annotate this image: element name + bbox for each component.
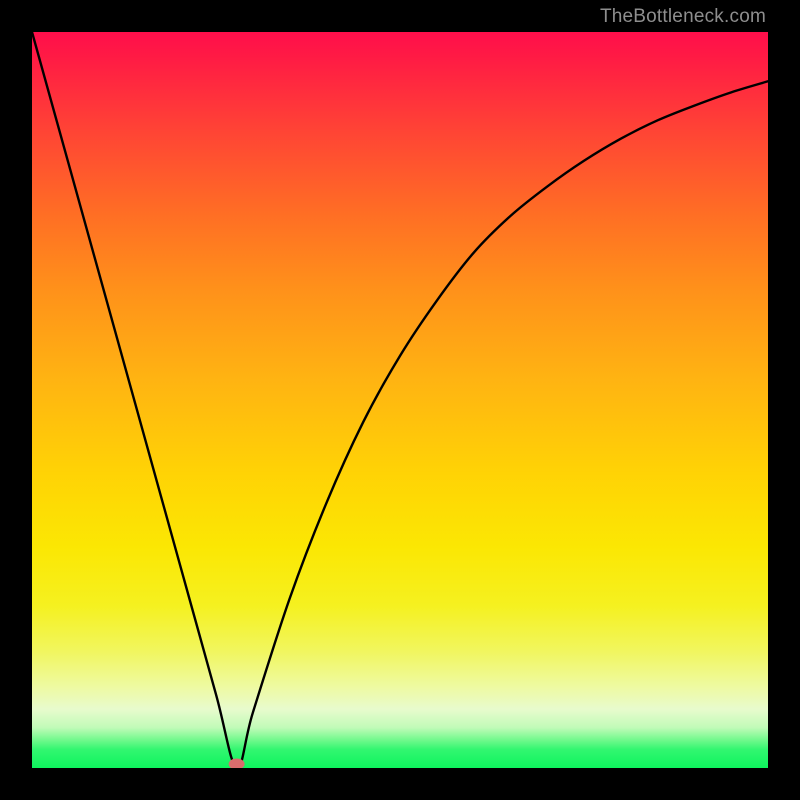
plot-background-gradient [32,32,768,768]
chart-container: TheBottleneck.com [0,0,800,800]
watermark-text: TheBottleneck.com [600,6,766,28]
